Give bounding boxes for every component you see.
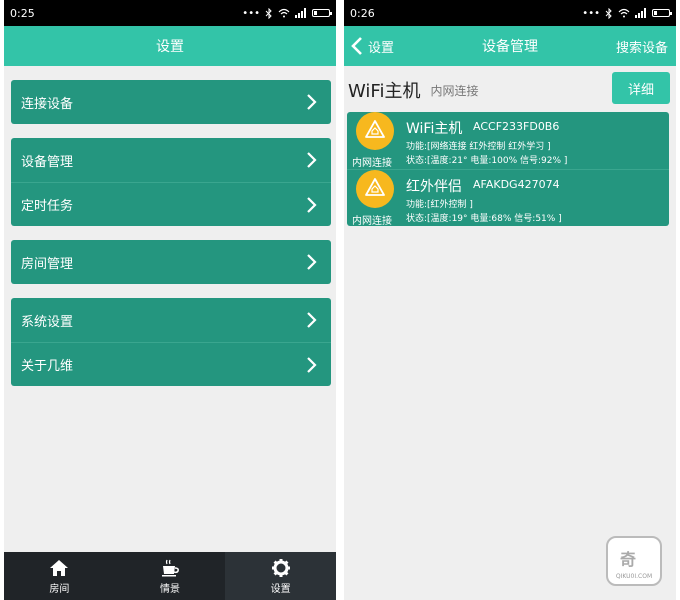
device-home-icon	[356, 112, 394, 150]
menu-item-label: 系统设置	[21, 314, 74, 330]
battery-icon	[652, 9, 672, 17]
menu-item-device-management[interactable]: 设备管理	[11, 138, 331, 182]
host-connection-status: 内网连接	[430, 83, 479, 98]
screen-gutter	[336, 0, 344, 600]
tab-label: 情景	[160, 583, 180, 595]
signal-icon	[295, 8, 306, 18]
page-title: 设置	[156, 39, 184, 55]
coffee-cup-icon	[162, 559, 179, 576]
bluetooth-icon	[265, 7, 272, 19]
signal-icon	[635, 8, 646, 18]
chevron-right-icon	[307, 312, 317, 328]
device-state: 状态:[温度:21° 电量:100% 信号:92% ]	[406, 156, 568, 166]
tab-settings[interactable]: 设置	[225, 552, 336, 600]
host-header: WiFi主机 内网连接 详细	[344, 72, 676, 108]
chevron-right-icon	[307, 94, 317, 110]
tab-scenes[interactable]: 情景	[115, 552, 226, 600]
menu-item-label: 连接设备	[21, 96, 74, 112]
watermark-logo: 奇 QIKU0I.COM	[606, 536, 662, 586]
back-button[interactable]: 设置	[350, 26, 394, 66]
list-item-device[interactable]: 内网连接 红外伴侣 AFAKDG427074 功能:[红外控制 ] 状态:[温度…	[347, 169, 669, 226]
chevron-right-icon	[307, 197, 317, 213]
menu-group-system: 系统设置 关于几维	[11, 298, 331, 386]
device-state: 状态:[温度:19° 电量:68% 信号:51% ]	[406, 214, 562, 224]
device-home-icon	[356, 170, 394, 208]
watermark-mark: 奇	[620, 550, 637, 569]
home-icon	[50, 559, 69, 576]
menu-group-rooms: 房间管理	[11, 240, 331, 284]
search-devices-button[interactable]: 搜索设备	[616, 26, 668, 66]
gear-icon	[271, 558, 290, 577]
menu-item-scheduled-tasks[interactable]: 定时任务	[11, 182, 331, 226]
app-bar: 设置	[4, 26, 336, 66]
device-name: WiFi主机	[406, 121, 463, 137]
menu-item-label: 关于几维	[21, 359, 74, 374]
dots-icon: •••	[242, 7, 260, 19]
menu-item-connect-device[interactable]: 连接设备	[11, 80, 331, 124]
menu-group-connect: 连接设备	[11, 80, 331, 124]
tab-label: 设置	[270, 583, 291, 595]
device-list: 内网连接 WiFi主机 ACCF233FD0B6 功能:[网络连接 红外控制 红…	[347, 112, 669, 226]
device-mac: ACCF233FD0B6	[473, 120, 560, 133]
app-bar: 设置 设备管理 搜索设备	[344, 26, 676, 66]
list-item-device[interactable]: 内网连接 WiFi主机 ACCF233FD0B6 功能:[网络连接 红外控制 红…	[347, 112, 669, 169]
back-label: 设置	[368, 40, 395, 56]
bottom-nav: 房间 情景 设置	[4, 552, 336, 600]
menu-item-about[interactable]: 关于几维	[11, 342, 331, 386]
menu-item-room-management[interactable]: 房间管理	[11, 240, 331, 284]
wifi-icon	[278, 8, 290, 18]
menu-item-label: 定时任务	[21, 199, 74, 214]
status-time: 0:25	[10, 6, 35, 20]
device-name: 红外伴侣	[406, 179, 462, 195]
menu-item-label: 设备管理	[21, 154, 74, 170]
page-title: 设备管理	[482, 39, 538, 55]
chevron-right-icon	[307, 357, 317, 373]
device-mac: AFAKDG427074	[473, 178, 560, 191]
bluetooth-icon	[605, 7, 612, 19]
chevron-left-icon	[351, 37, 362, 55]
detail-button[interactable]: 详细	[612, 72, 670, 104]
menu-item-system-settings[interactable]: 系统设置	[11, 298, 331, 342]
status-bar: 0:25 •••	[4, 0, 336, 26]
device-functions: 功能:[红外控制 ]	[406, 200, 473, 210]
host-title: WiFi主机	[348, 81, 421, 102]
watermark-text: QIKU0I.COM	[615, 573, 653, 580]
status-time: 0:26	[350, 6, 375, 20]
device-connection: 内网连接	[352, 158, 392, 169]
chevron-right-icon	[307, 254, 317, 270]
status-bar: 0:26 •••	[344, 0, 676, 26]
battery-icon	[312, 9, 332, 17]
menu-group-devices: 设备管理 定时任务	[11, 138, 331, 226]
device-connection: 内网连接	[352, 216, 392, 226]
tab-label: 房间	[49, 583, 70, 595]
menu-item-label: 房间管理	[21, 256, 74, 272]
status-icons: •••	[582, 7, 672, 19]
wifi-icon	[618, 8, 630, 18]
device-management-screen: 0:26 ••• 设置 设备管理 搜索设备 WiFi主机 内网连接 详细 内网连…	[344, 0, 676, 600]
status-icons: •••	[242, 7, 332, 19]
settings-screen: 0:25 ••• 设置 连接设备 设备管理 定时任务 房间管理 系统设置 关于几…	[4, 0, 336, 600]
dots-icon: •••	[582, 7, 600, 19]
chevron-right-icon	[307, 152, 317, 168]
tab-rooms[interactable]: 房间	[4, 552, 115, 600]
device-functions: 功能:[网络连接 红外控制 红外学习 ]	[406, 142, 551, 152]
